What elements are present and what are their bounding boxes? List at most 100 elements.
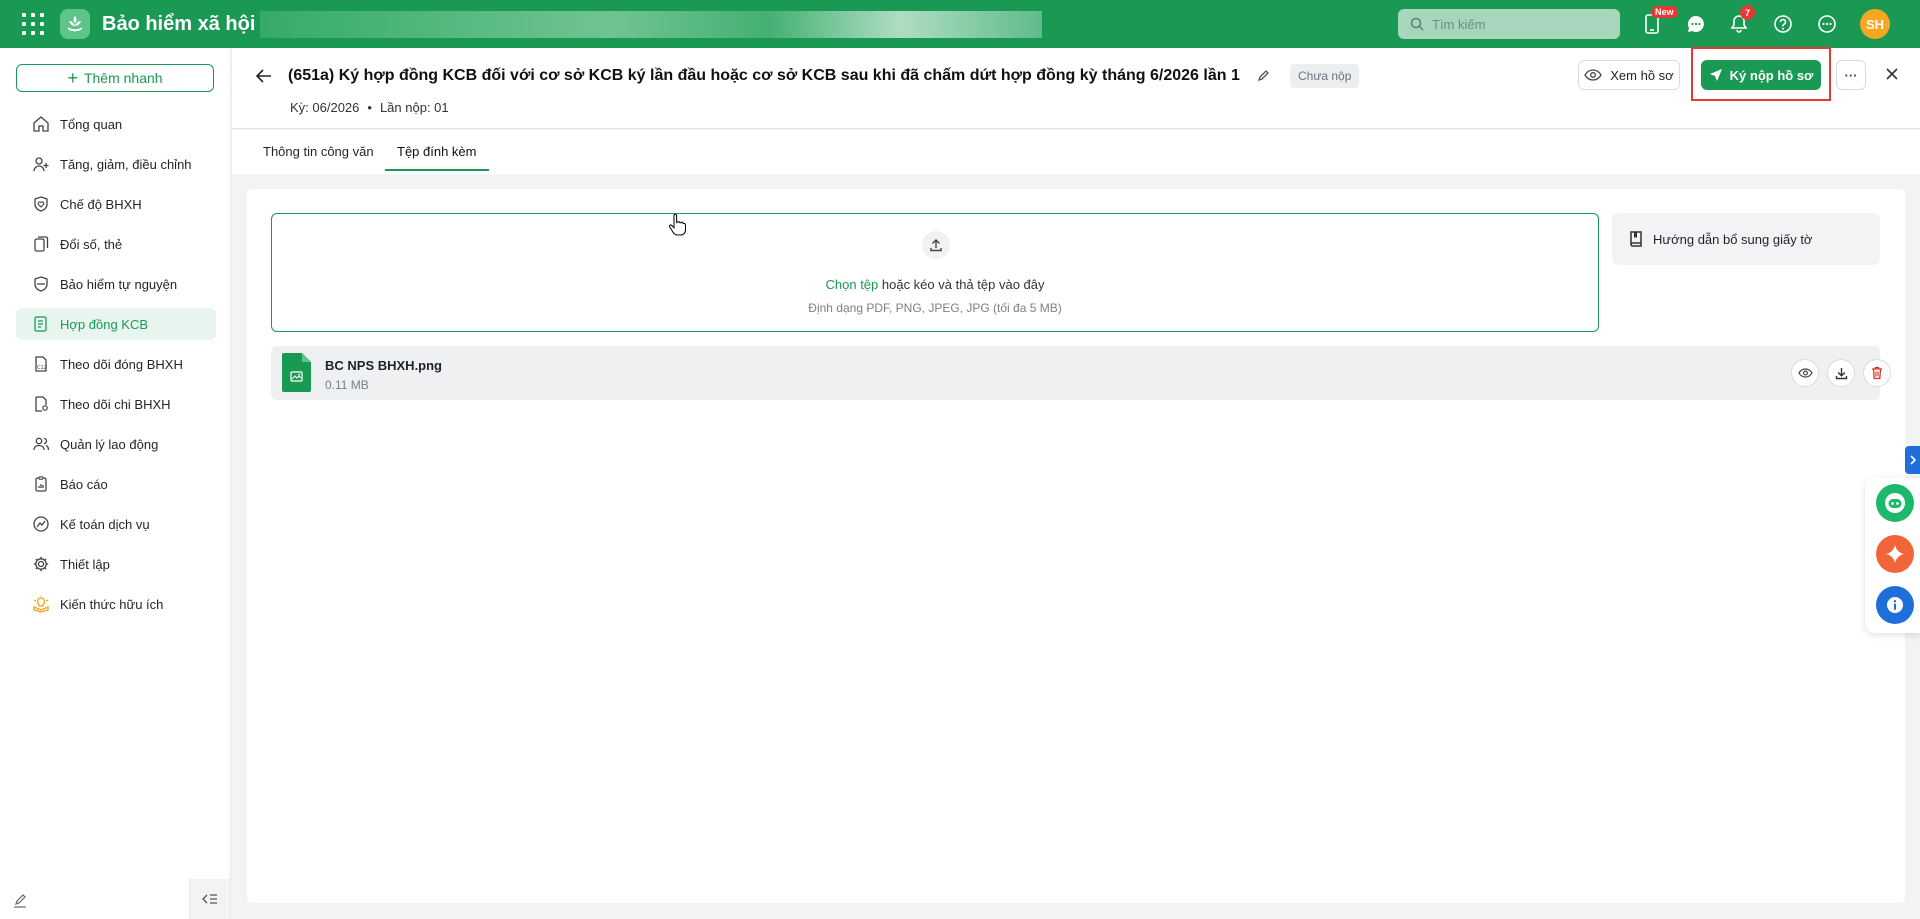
attachments-panel: Chọn tệp hoặc kéo và thả tệp vào đây Địn… <box>247 189 1905 903</box>
tab-tep-dinh-kem[interactable]: Tệp đính kèm <box>385 144 489 171</box>
search-input[interactable]: Tìm kiếm <box>1398 9 1620 39</box>
more-actions-button[interactable]: ··· <box>1836 60 1866 90</box>
help-button[interactable] <box>1769 10 1797 38</box>
apps-grid-icon[interactable] <box>22 13 44 35</box>
attachment-size: 0.11 MB <box>325 378 369 392</box>
view-document-label: Xem hồ sơ <box>1610 67 1674 83</box>
users-icon <box>33 437 50 451</box>
sidebar-item-theo-doi-dong[interactable]: C12 Theo dõi đóng BHXH <box>16 348 216 380</box>
close-button[interactable] <box>1880 62 1904 86</box>
clipboard-chart-icon <box>35 476 47 492</box>
lightbulb-book-icon <box>33 595 49 613</box>
notifications-button[interactable]: 7 <box>1725 5 1755 38</box>
sidebar-item-label: Kiến thức hữu ích <box>60 596 164 612</box>
arrow-left-icon <box>256 69 271 83</box>
tab-thong-tin-cong-van[interactable]: Thông tin công văn <box>263 144 374 169</box>
sidebar-item-che-do[interactable]: Chế độ BHXH <box>16 188 216 220</box>
sidebar-nav: Tổng quan Tăng, giảm, điều chỉnh Chế độ … <box>16 108 216 628</box>
shield-heart-icon <box>34 196 48 212</box>
page-title: (651a) Ký hợp đồng KCB đối với cơ sở KCB… <box>288 67 1240 84</box>
trash-icon <box>1872 366 1882 380</box>
sidebar-item-kien-thuc[interactable]: Kiến thức hữu ích <box>16 588 216 620</box>
search-icon <box>1410 17 1424 31</box>
attachment-name: BC NPS BHXH.png <box>325 358 442 373</box>
hand-cursor-icon <box>668 214 686 236</box>
svg-text:C12: C12 <box>37 365 47 371</box>
chat-icon <box>1687 15 1704 32</box>
collapse-sidebar-button[interactable] <box>189 879 230 919</box>
status-badge: Chưa nộp <box>1290 64 1360 88</box>
sidebar-item-tong-quan[interactable]: Tổng quan <box>16 108 216 140</box>
sidebar-item-label: Đổi số, thẻ <box>60 236 123 252</box>
edit-note-icon <box>14 894 26 908</box>
document-meta: Kỳ: 06/2026 • Lần nộp: 01 <box>290 100 449 115</box>
info-button[interactable] <box>1876 586 1914 624</box>
chatbot-button[interactable] <box>1876 484 1914 522</box>
dropzone-formats: Định dạng PDF, PNG, JPEG, JPG (tối đa 5 … <box>808 301 1062 315</box>
file-dropzone[interactable]: Chọn tệp hoặc kéo và thả tệp vào đây Địn… <box>271 213 1599 332</box>
more-circle-icon <box>1818 15 1836 33</box>
chat-button[interactable] <box>1682 10 1710 38</box>
sidebar-item-label: Bảo hiểm tự nguyện <box>60 276 178 292</box>
user-avatar[interactable]: SH <box>1860 9 1890 39</box>
top-bar: Bảo hiểm xã hội Tìm kiếm New 7 SH <box>0 0 1920 48</box>
search-placeholder: Tìm kiếm <box>1432 16 1486 32</box>
c12-report-icon: C12 <box>35 356 47 372</box>
chatbot-icon <box>1885 493 1905 513</box>
delete-attachment-button[interactable] <box>1863 359 1891 387</box>
document-guide-button[interactable]: Hướng dẫn bổ sung giấy tờ <box>1612 213 1880 265</box>
eye-icon <box>1797 368 1813 378</box>
send-icon <box>1709 69 1722 81</box>
collapse-left-icon <box>202 894 217 904</box>
shield-check-icon <box>34 276 48 292</box>
book-icon <box>1630 231 1642 247</box>
gear-icon <box>33 556 49 572</box>
floating-actions <box>1865 478 1920 633</box>
plus-icon: + <box>67 68 78 88</box>
sidebar-item-bao-cao[interactable]: Báo cáo <box>16 468 216 500</box>
meta-separator: • <box>367 100 372 115</box>
tab-bar: Thông tin công văn Tệp đính kèm <box>232 130 1920 174</box>
help-icon <box>1774 15 1792 33</box>
attachment-row: BC NPS BHXH.png 0.11 MB <box>271 346 1891 400</box>
sidebar-item-doi-so-the[interactable]: Đổi số, thẻ <box>16 228 216 260</box>
pencil-icon[interactable] <box>1255 67 1273 85</box>
more-apps-button[interactable] <box>1813 10 1841 38</box>
sidebar-item-theo-doi-chi[interactable]: Theo dõi chi BHXH <box>16 388 216 420</box>
sidebar-item-thiet-lap[interactable]: Thiết lập <box>16 548 216 580</box>
sidebar-item-label: Thiết lập <box>60 556 110 572</box>
choose-file-link[interactable]: Chọn tệp <box>826 277 879 292</box>
quick-add-label: Thêm nhanh <box>83 70 163 86</box>
home-icon <box>33 116 49 132</box>
sign-submit-button[interactable]: Ký nộp hồ sơ <box>1701 60 1821 90</box>
back-button[interactable] <box>252 64 276 88</box>
mobile-app-button[interactable]: New <box>1638 6 1678 38</box>
sidebar-item-hop-dong-kcb[interactable]: Hợp đồng KCB <box>16 308 216 340</box>
preview-attachment-button[interactable] <box>1791 359 1819 387</box>
sidebar-item-label: Tổng quan <box>60 116 123 132</box>
download-icon <box>1835 367 1847 379</box>
upload-icon <box>922 231 950 259</box>
expand-panel-button[interactable] <box>1905 446 1920 474</box>
sign-submit-label: Ký nộp hồ sơ <box>1729 67 1814 83</box>
close-icon <box>1886 68 1898 80</box>
doc-search-icon <box>35 396 48 412</box>
sidebar-item-label: Theo dõi đóng BHXH <box>60 356 183 372</box>
sparkle-icon <box>1886 545 1904 563</box>
app-logo[interactable] <box>60 9 90 39</box>
download-attachment-button[interactable] <box>1827 359 1855 387</box>
sidebar-item-quan-ly-lao-dong[interactable]: Quản lý lao động <box>16 428 216 460</box>
quick-add-button[interactable]: + Thêm nhanh <box>16 64 214 92</box>
sidebar-item-label: Theo dõi chi BHXH <box>60 396 171 412</box>
sidebar-item-ke-toan[interactable]: Kế toán dịch vụ <box>16 508 216 540</box>
view-document-button[interactable]: Xem hồ sơ <box>1578 60 1680 90</box>
period-label: Kỳ: 06/2026 <box>290 100 360 115</box>
user-adjust-icon <box>33 157 49 172</box>
submission-label: Lần nộp: 01 <box>379 100 449 115</box>
ai-assistant-button[interactable] <box>1876 535 1914 573</box>
image-file-icon <box>282 353 311 392</box>
sidebar-item-bh-tu-nguyen[interactable]: Bảo hiểm tự nguyện <box>16 268 216 300</box>
gauge-icon <box>33 516 49 532</box>
edit-button[interactable] <box>8 889 32 913</box>
sidebar-item-tang-giam[interactable]: Tăng, giảm, điều chỉnh <box>16 148 216 180</box>
